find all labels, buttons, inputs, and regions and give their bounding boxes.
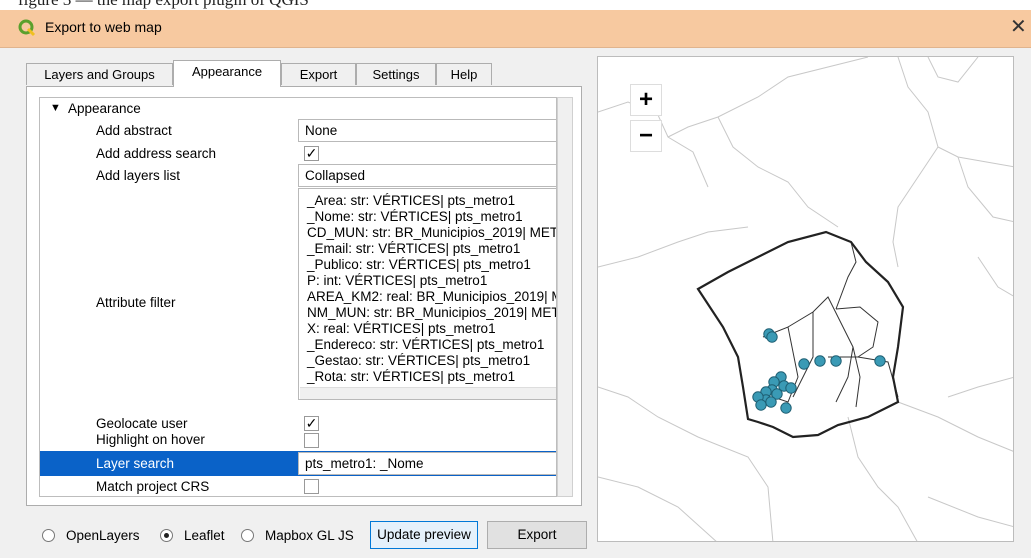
attribute-item[interactable]: _Publico: str: VÉRTICES| pts_metro1: [307, 257, 531, 272]
export-button[interactable]: Export: [487, 521, 587, 549]
tab-export[interactable]: Export: [281, 63, 356, 85]
settings-tree: ▼ Appearance Add abstract None Add addre…: [39, 97, 557, 497]
openlayers-radio[interactable]: [42, 529, 55, 542]
mapbox-label[interactable]: Mapbox GL JS: [265, 528, 354, 543]
map-preview[interactable]: + −: [597, 56, 1014, 542]
tab-help[interactable]: Help: [436, 63, 492, 85]
add-abstract-select[interactable]: None: [298, 119, 556, 142]
geolocate-user-checkbox[interactable]: ✓: [304, 416, 319, 431]
match-project-crs-label: Match project CRS: [96, 479, 210, 494]
tab-layers-and-groups[interactable]: Layers and Groups: [26, 63, 173, 85]
metro-region-outline: [696, 230, 905, 439]
openlayers-label[interactable]: OpenLayers: [66, 528, 140, 543]
map-point-marker[interactable]: [785, 382, 797, 394]
map-point-marker[interactable]: [765, 396, 777, 408]
qgis-logo-icon: [18, 19, 36, 37]
map-point-marker[interactable]: [874, 355, 886, 367]
attribute-filter-label: Attribute filter: [96, 295, 176, 310]
attribute-item[interactable]: NM_MUN: str: BR_Municipios_2019| METRO: [307, 305, 556, 320]
tree-vscrollbar[interactable]: [557, 97, 573, 497]
tab-settings[interactable]: Settings: [356, 63, 436, 85]
window-title: Export to web map: [45, 19, 162, 35]
close-icon[interactable]: ✕: [1010, 14, 1027, 39]
attribute-hscrollbar[interactable]: [300, 387, 556, 399]
attribute-item[interactable]: _Gestao: str: VÉRTICES| pts_metro1: [307, 353, 530, 368]
attribute-filter-list[interactable]: _Area: str: VÉRTICES| pts_metro1 _Nome: …: [298, 188, 556, 400]
attribute-item[interactable]: _Endereco: str: VÉRTICES| pts_metro1: [307, 337, 544, 352]
match-project-crs-checkbox[interactable]: [304, 479, 319, 494]
caption-text: figure 3 — the map export plugin of QGIS: [18, 0, 309, 10]
add-layers-list-label: Add layers list: [96, 168, 181, 183]
add-layers-list-select[interactable]: Collapsed: [298, 164, 556, 187]
collapse-arrow-icon[interactable]: ▼: [50, 102, 61, 114]
attribute-item[interactable]: AREA_KM2: real: BR_Municipios_2019| MET: [307, 289, 556, 304]
attribute-item[interactable]: P: int: VÉRTICES| pts_metro1: [307, 273, 487, 288]
attribute-item[interactable]: _Email: str: VÉRTICES| pts_metro1: [307, 241, 520, 256]
map-point-marker[interactable]: [814, 355, 826, 367]
caption-strip: figure 3 — the map export plugin of QGIS: [0, 0, 1031, 10]
group-appearance: Appearance: [68, 101, 141, 116]
map-point-marker[interactable]: [780, 402, 792, 414]
layer-search-label: Layer search: [96, 456, 175, 471]
add-abstract-label: Add abstract: [96, 123, 172, 138]
geolocate-user-label: Geolocate user: [96, 416, 188, 431]
mapbox-radio[interactable]: [241, 529, 254, 542]
attribute-item[interactable]: CD_MUN: str: BR_Municipios_2019| METRO: [307, 225, 556, 240]
tab-appearance[interactable]: Appearance: [173, 60, 281, 87]
leaflet-radio[interactable]: [160, 529, 173, 542]
add-address-search-checkbox[interactable]: ✓: [304, 146, 319, 161]
add-address-search-label: Add address search: [96, 146, 217, 161]
map-hscrollbar[interactable]: [597, 542, 1014, 558]
map-vscrollbar[interactable]: [1014, 56, 1031, 542]
layer-search-select[interactable]: pts_metro1: _Nome: [298, 452, 556, 475]
highlight-on-hover-checkbox[interactable]: [304, 433, 319, 448]
map-point-marker[interactable]: [798, 358, 810, 370]
highlight-on-hover-label: Highlight on hover: [96, 432, 205, 447]
map-point-marker[interactable]: [755, 399, 767, 411]
map-point-marker[interactable]: [830, 355, 842, 367]
attribute-item[interactable]: _Rota: str: VÉRTICES| pts_metro1: [307, 369, 515, 384]
points-layer: [752, 328, 886, 414]
zoom-out-button[interactable]: −: [630, 120, 662, 152]
leaflet-label[interactable]: Leaflet: [184, 528, 225, 543]
attribute-item[interactable]: _Area: str: VÉRTICES| pts_metro1: [307, 193, 515, 208]
attribute-item[interactable]: X: real: VÉRTICES| pts_metro1: [307, 321, 496, 336]
update-preview-button[interactable]: Update preview: [370, 521, 478, 549]
map-point-marker[interactable]: [766, 331, 778, 343]
attribute-item[interactable]: _Nome: str: VÉRTICES| pts_metro1: [307, 209, 523, 224]
zoom-in-button[interactable]: +: [630, 84, 662, 116]
